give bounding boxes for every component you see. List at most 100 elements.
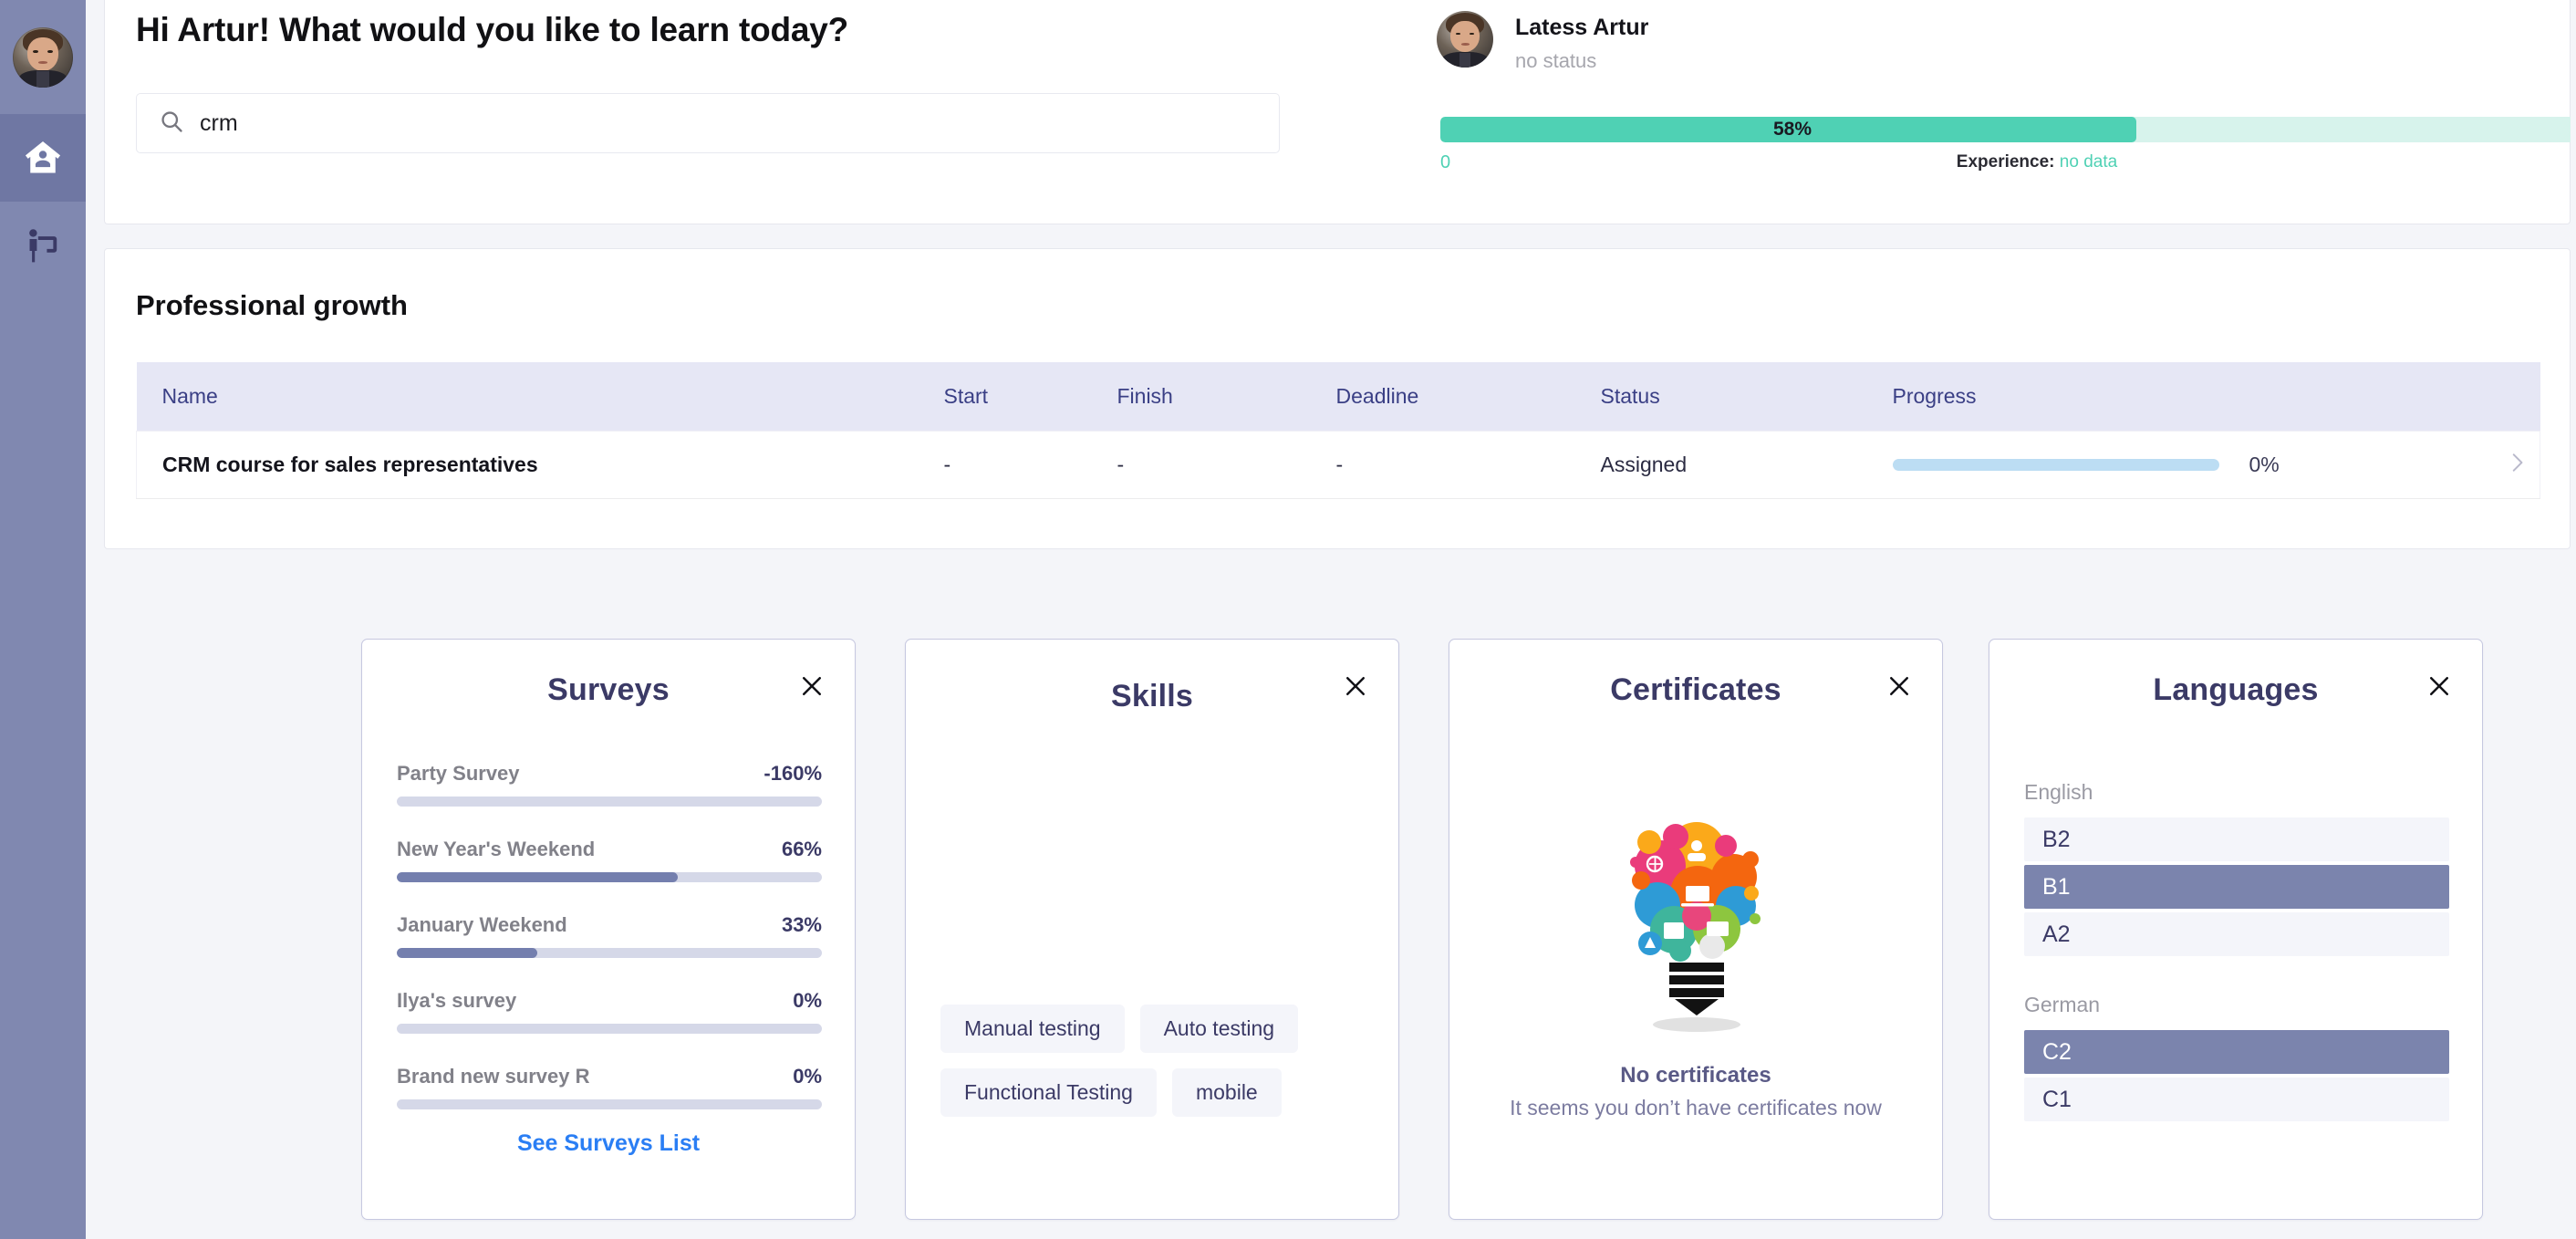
- survey-progress-bar: [397, 872, 822, 882]
- search-field[interactable]: [136, 93, 1280, 153]
- experience-caption-label: Experience:: [1956, 152, 2055, 172]
- survey-item[interactable]: Party Survey -160%: [397, 762, 822, 807]
- survey-progress-bar: [397, 1024, 822, 1034]
- sidebar-item-training[interactable]: [0, 202, 86, 289]
- search-icon: [159, 109, 184, 139]
- skills-close-button[interactable]: [1340, 672, 1371, 703]
- professional-growth-table: Name Start Finish Deadline Status Progre…: [136, 362, 2540, 499]
- skill-chip[interactable]: Manual testing: [940, 1005, 1125, 1053]
- survey-name: New Year's Weekend: [397, 838, 596, 860]
- see-surveys-list-link[interactable]: See Surveys List: [362, 1130, 855, 1157]
- skill-chip[interactable]: mobile: [1171, 1068, 1282, 1117]
- language-level-item[interactable]: B1: [2024, 865, 2449, 909]
- skills-card-title: Skills: [1110, 679, 1194, 713]
- cell-progress: 0%: [1892, 431, 2404, 499]
- certificates-empty-subtitle: It seems you don’t have certificates now: [1510, 1096, 1882, 1119]
- chevron-right-icon: [2505, 453, 2529, 479]
- row-progress-bar: [1892, 459, 2219, 471]
- surveys-card: Surveys Party Survey -160% New Year's Week…: [361, 639, 856, 1220]
- section-title-professional-growth: Professional growth: [136, 289, 408, 321]
- cell-finish: -: [1117, 431, 1336, 499]
- close-icon: [1342, 672, 1369, 704]
- column-header-progress: Progress: [1892, 384, 1977, 408]
- column-header-status: Status: [1600, 384, 1660, 408]
- survey-name: January Weekend: [397, 913, 567, 936]
- sidebar: [0, 0, 86, 1239]
- cell-start: -: [943, 431, 1117, 499]
- surveys-list: Party Survey -160% New Year's Weekend 66% Ja…: [397, 762, 822, 1140]
- column-header-name: Name: [161, 384, 218, 408]
- close-icon: [1885, 672, 1913, 704]
- language-group-label: German: [2024, 993, 2101, 1016]
- sidebar-avatar[interactable]: [0, 0, 86, 114]
- profile-status: no status: [1515, 49, 1597, 72]
- certificates-close-button[interactable]: [1884, 672, 1915, 703]
- main-content: Hi Artur! What would you like to learn t…: [86, 0, 2576, 1239]
- cell-status: Assigned: [1600, 431, 1893, 499]
- cell-name: CRM course for sales representatives: [136, 431, 944, 499]
- close-icon: [2425, 672, 2453, 704]
- skill-chip[interactable]: Auto testing: [1139, 1005, 1299, 1053]
- table-header-row: Name Start Finish Deadline Status Progre…: [136, 362, 2540, 432]
- avatar: [13, 26, 73, 88]
- row-progress-label: 0%: [2249, 453, 2280, 476]
- survey-item[interactable]: Brand new survey R 0%: [397, 1065, 822, 1109]
- language-level-item[interactable]: A2: [2024, 912, 2449, 956]
- skill-chip[interactable]: Functional Testing: [940, 1068, 1157, 1117]
- column-header-action: [2404, 362, 2540, 432]
- page-title: Hi Artur! What would you like to learn t…: [136, 11, 849, 48]
- column-header-start: Start: [943, 384, 989, 408]
- languages-list: English B2 B1 A2 German C2 C1: [2024, 780, 2449, 1125]
- close-icon: [798, 672, 826, 704]
- survey-value: -160%: [763, 762, 822, 785]
- page-scrollbar[interactable]: [2571, 0, 2576, 1239]
- survey-value: 33%: [781, 913, 822, 936]
- professional-growth-panel: Professional growth Name Start Finish De…: [104, 248, 2571, 549]
- languages-card: Languages English B2 B1 A2 German C2 C1: [1989, 639, 2483, 1220]
- skills-card: Skills Manual testing Auto testing Functio…: [905, 639, 1399, 1220]
- profile-avatar[interactable]: [1437, 11, 1493, 68]
- profile-name: Latess Artur: [1515, 15, 1649, 40]
- presentation-person-icon: [23, 225, 63, 266]
- survey-name: Brand new survey R: [397, 1065, 590, 1088]
- survey-progress-fill: [397, 948, 537, 958]
- skills-chip-list: Manual testing Auto testing Functional Tes…: [940, 1005, 1366, 1117]
- profile-summary: Latess Artur no status 58% 0 100 Experie…: [1437, 4, 2576, 186]
- surveys-card-title: Surveys: [547, 672, 670, 707]
- home-person-icon: [23, 138, 63, 178]
- column-header-deadline: Deadline: [1335, 384, 1419, 408]
- lightbulb-icons-illustration: [1609, 809, 1782, 1037]
- survey-name: Party Survey: [397, 762, 520, 785]
- languages-close-button[interactable]: [2424, 672, 2455, 703]
- language-group-label: English: [2024, 780, 2093, 804]
- survey-value: 0%: [793, 989, 822, 1012]
- languages-card-title: Languages: [2153, 672, 2319, 707]
- sidebar-item-home[interactable]: [0, 114, 86, 202]
- table-row[interactable]: CRM course for sales representatives - -…: [136, 431, 2540, 499]
- survey-item[interactable]: Ilya's survey 0%: [397, 989, 822, 1034]
- survey-value: 66%: [781, 838, 822, 860]
- cell-open-action[interactable]: [2403, 431, 2540, 499]
- survey-progress-bar: [397, 948, 822, 958]
- certificates-card-title: Certificates: [1610, 672, 1781, 707]
- certificates-card: Certificates No certificates It seems yo…: [1449, 639, 1943, 1220]
- surveys-close-button[interactable]: [796, 672, 827, 703]
- survey-progress-fill: [397, 872, 678, 882]
- experience-caption-value: no data: [2059, 152, 2118, 172]
- survey-value: 0%: [793, 1065, 822, 1088]
- certificates-empty-title: No certificates: [1620, 1063, 1771, 1088]
- column-header-finish: Finish: [1117, 384, 1173, 408]
- language-level-item[interactable]: C1: [2024, 1078, 2449, 1121]
- survey-progress-bar: [397, 1099, 822, 1109]
- cell-deadline: -: [1335, 431, 1601, 499]
- survey-name: Ilya's survey: [397, 989, 517, 1012]
- survey-item[interactable]: New Year's Weekend 66%: [397, 838, 822, 882]
- survey-item[interactable]: January Weekend 33%: [397, 913, 822, 958]
- experience-percent-label: 58%: [1772, 119, 1813, 140]
- header-panel: Hi Artur! What would you like to learn t…: [104, 0, 2576, 224]
- survey-progress-bar: [397, 796, 822, 807]
- language-level-item[interactable]: C2: [2024, 1030, 2449, 1074]
- language-level-item[interactable]: B2: [2024, 817, 2449, 861]
- experience-caption: Experience: no data: [1437, 152, 2576, 172]
- search-input[interactable]: [200, 109, 1203, 137]
